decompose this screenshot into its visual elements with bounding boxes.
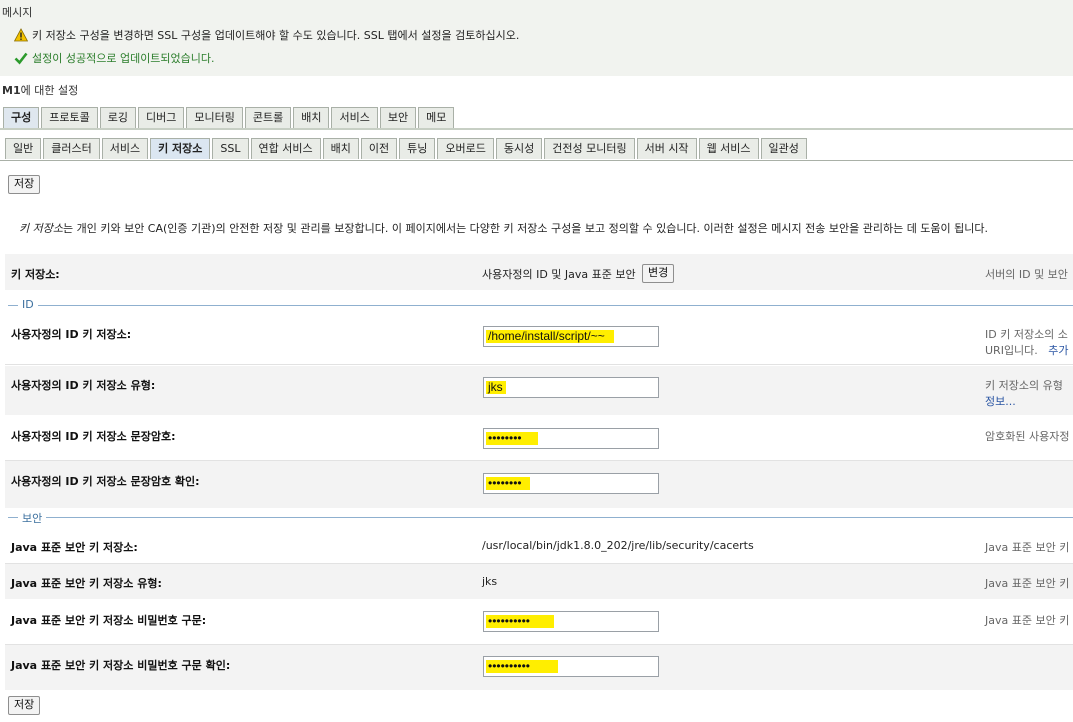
trust-passphrase-confirm-label: Java 표준 보안 키 저장소 비밀번호 구문 확인:: [11, 659, 231, 672]
tab-security[interactable]: 보안: [379, 107, 417, 128]
subtab-web-services[interactable]: 웹 서비스: [698, 138, 759, 159]
subtab-cluster[interactable]: 클러스터: [43, 138, 100, 159]
subtab-services[interactable]: 서비스: [101, 138, 149, 159]
subtab-overload[interactable]: 오버로드: [437, 138, 494, 159]
warning-message: 키 저장소 구성을 변경하면 SSL 구성을 업데이트해야 할 수도 있습니다.…: [13, 27, 520, 43]
keystores-help: 서버의 ID 및 보안: [985, 268, 1068, 281]
tab-notes[interactable]: 메모: [418, 107, 455, 128]
warning-text: 키 저장소 구성을 변경하면 SSL 구성을 업데이트해야 할 수도 있습니다.…: [32, 29, 520, 42]
subtab-migration[interactable]: 이전: [360, 138, 398, 159]
trust-passphrase-row: Java 표준 보안 키 저장소 비밀번호 구문: •••••••••• Jav…: [5, 600, 1073, 644]
identity-passphrase-confirm-value: ••••••••: [488, 476, 522, 490]
messages-title: 메시지: [2, 6, 33, 19]
trust-keystore-type-help: Java 표준 보안 키: [985, 577, 1070, 590]
subtab-coherence[interactable]: 일관성: [760, 138, 807, 159]
success-text: 설정이 성공적으로 업데이트되었습니다.: [32, 52, 215, 65]
more-info-link-2[interactable]: 정보...: [985, 395, 1016, 408]
subtab-divider: [0, 160, 1073, 161]
trust-keystore-type-label: Java 표준 보안 키 저장소 유형:: [11, 577, 162, 590]
save-button-bottom[interactable]: 저장: [8, 696, 41, 715]
change-button[interactable]: 변경: [642, 264, 675, 283]
tab-services[interactable]: 서비스: [331, 107, 378, 128]
sub-tabs: 일반 클러스터 서비스 키 저장소 SSL 연합 서비스 배치 이전 튜닝 오버…: [5, 138, 809, 159]
trust-keystore-row: Java 표준 보안 키 저장소: /usr/local/bin/jdk1.8.…: [5, 527, 1073, 563]
identity-keystore-label: 사용자정의 ID 키 저장소:: [11, 328, 132, 341]
identity-passphrase-confirm-label: 사용자정의 ID 키 저장소 문장암호 확인:: [11, 475, 200, 488]
identity-passphrase-confirm-row: 사용자정의 ID 키 저장소 문장암호 확인: ••••••••: [5, 461, 1073, 508]
identity-keystore-help: ID 키 저장소의 소 URI입니다. 추가: [985, 328, 1069, 357]
trust-keystore-type-value: jks: [482, 575, 498, 588]
success-message: 설정이 성공적으로 업데이트되었습니다.: [14, 50, 215, 66]
identity-passphrase-input[interactable]: ••••••••: [483, 428, 659, 449]
identity-passphrase-confirm-input[interactable]: ••••••••: [483, 473, 659, 494]
checkmark-icon: [14, 51, 28, 65]
trust-keystore-type-row: Java 표준 보안 키 저장소 유형: jks Java 표준 보안 키: [5, 564, 1073, 599]
identity-passphrase-value: ••••••••: [488, 431, 522, 445]
subtab-federation-services[interactable]: 연합 서비스: [250, 138, 321, 159]
main-tabs: 구성 프로토콜 로깅 디버그 모니터링 콘트롤 배치 서비스 보안 메모: [3, 107, 456, 128]
identity-passphrase-label: 사용자정의 ID 키 저장소 문장암호:: [11, 430, 176, 443]
tab-protocols[interactable]: 프로토콜: [41, 107, 98, 128]
section-identity-title: ID: [18, 298, 38, 311]
identity-keystore-row: 사용자정의 ID 키 저장소: /home/install/script/~~ …: [5, 316, 1073, 364]
subtab-general[interactable]: 일반: [5, 138, 42, 159]
subtab-concurrency[interactable]: 동시성: [495, 138, 543, 159]
tab-logging[interactable]: 로깅: [99, 107, 136, 128]
description-text: 는 개인 키와 보안 CA(인증 기관)의 안전한 저장 및 관리를 보장합니다…: [62, 222, 989, 235]
section-trust-title: 보안: [18, 510, 47, 526]
description-term: 키 저장소: [19, 222, 63, 235]
identity-keystore-type-label: 사용자정의 ID 키 저장소 유형:: [11, 379, 156, 392]
page-title-rest: 에 대한 설정: [20, 84, 79, 97]
save-button-top[interactable]: 저장: [8, 175, 41, 194]
server-name: M1: [2, 84, 21, 97]
trust-keystore-value: /usr/local/bin/jdk1.8.0_202/jre/lib/secu…: [482, 539, 754, 552]
identity-keystore-type-input[interactable]: jks: [483, 377, 659, 398]
keystores-label: 키 저장소:: [11, 268, 60, 281]
trust-passphrase-confirm-input[interactable]: ••••••••••: [483, 656, 659, 677]
subtab-tuning[interactable]: 튜닝: [399, 138, 436, 159]
keystores-value: 사용자정의 ID 및 Java 표준 보안: [482, 268, 636, 281]
identity-keystore-input[interactable]: /home/install/script/~~: [483, 326, 659, 347]
identity-passphrase-row: 사용자정의 ID 키 저장소 문장암호: •••••••• 암호화된 사용자정: [5, 416, 1073, 460]
identity-keystore-type-row: 사용자정의 ID 키 저장소 유형: jks 키 저장소의 유형 정보...: [5, 366, 1073, 415]
subtab-keystores[interactable]: 키 저장소: [150, 138, 211, 159]
tab-debug[interactable]: 디버그: [137, 107, 185, 128]
more-info-link[interactable]: 추가: [1048, 344, 1068, 357]
page-title: M1에 대한 설정: [2, 82, 78, 98]
keystores-row: 키 저장소: 사용자정의 ID 및 Java 표준 보안 변경 서버의 ID 및…: [5, 254, 1073, 290]
trust-passphrase-value: ••••••••••: [488, 614, 531, 628]
trust-passphrase-confirm-row: Java 표준 보안 키 저장소 비밀번호 구문 확인: ••••••••••: [5, 645, 1073, 690]
warning-icon: [13, 28, 29, 42]
tab-monitoring[interactable]: 모니터링: [186, 107, 243, 128]
tab-divider: [0, 128, 1073, 130]
identity-keystore-value: /home/install/script/~~: [488, 329, 605, 343]
trust-passphrase-help: Java 표준 보안 키: [985, 614, 1070, 627]
section-identity: ID: [8, 298, 1073, 312]
tab-configuration[interactable]: 구성: [3, 107, 40, 128]
subtab-server-start[interactable]: 서버 시작: [636, 138, 697, 159]
section-trust: 보안: [8, 510, 1073, 526]
trust-passphrase-confirm-value: ••••••••••: [488, 659, 531, 673]
message-panel: 메시지 키 저장소 구성을 변경하면 SSL 구성을 업데이트해야 할 수도 있…: [0, 0, 1073, 76]
identity-keystore-type-value: jks: [488, 380, 503, 394]
subtab-ssl[interactable]: SSL: [212, 138, 249, 159]
trust-keystore-label: Java 표준 보안 키 저장소:: [11, 541, 138, 554]
trust-passphrase-input[interactable]: ••••••••••: [483, 611, 659, 632]
subtab-deployment[interactable]: 배치: [322, 138, 359, 159]
identity-passphrase-help: 암호화된 사용자정: [985, 430, 1070, 443]
trust-passphrase-label: Java 표준 보안 키 저장소 비밀번호 구문:: [11, 614, 207, 627]
identity-keystore-type-help: 키 저장소의 유형 정보...: [985, 379, 1063, 408]
tab-control[interactable]: 콘트롤: [244, 107, 292, 128]
trust-keystore-help: Java 표준 보안 키: [985, 541, 1070, 554]
page-description: 키 저장소는 개인 키와 보안 CA(인증 기관)의 안전한 저장 및 관리를 …: [19, 220, 1069, 236]
tab-deployments[interactable]: 배치: [293, 107, 330, 128]
subtab-health-monitoring[interactable]: 건전성 모니터링: [544, 138, 635, 159]
